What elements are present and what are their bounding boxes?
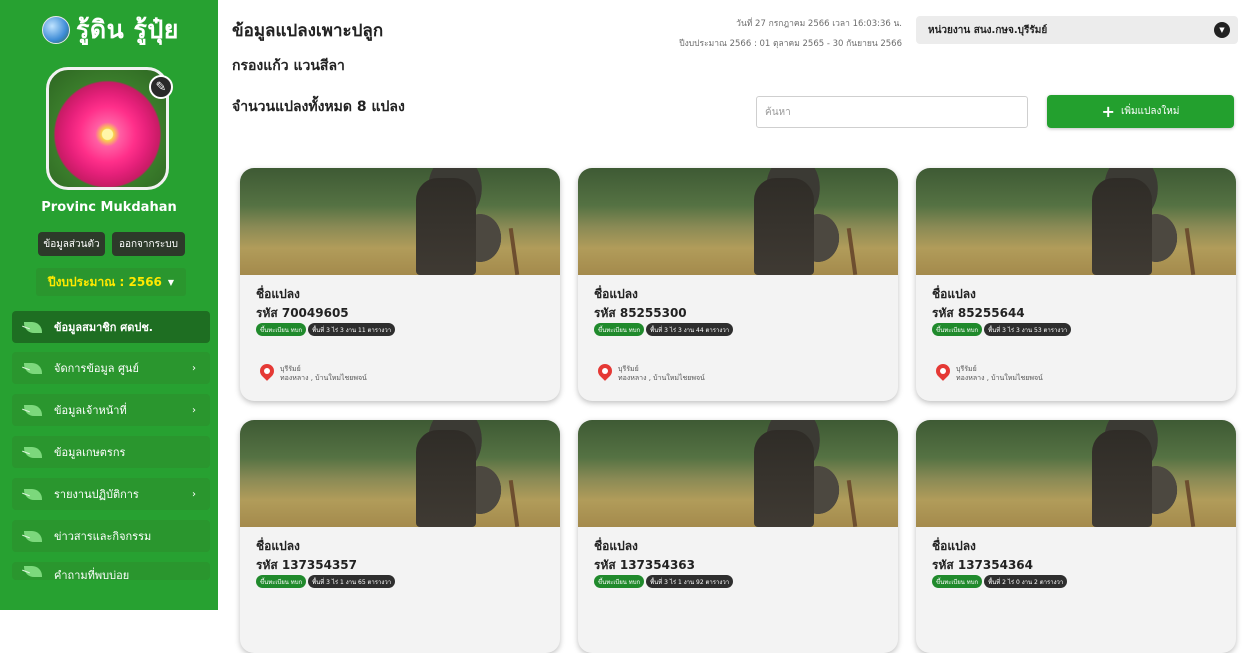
registration-badge: ขึ้นทะเบียน ทบก [932, 575, 983, 588]
registration-badge: ขึ้นทะเบียน ทบก [256, 323, 307, 336]
leaf-icon [24, 446, 42, 458]
sidebar-item-label: ข้อมูลเกษตรกร [54, 446, 126, 459]
agency-select[interactable]: หน่วยงาน สนง.กษจ.บุรีรัมย์ ▼ [916, 16, 1238, 44]
plot-photo [916, 420, 1236, 527]
edit-avatar-button[interactable]: ✎ [149, 75, 173, 99]
plus-icon: + [1101, 102, 1115, 121]
sidebar-item-reports[interactable]: รายงานปฏิบัติการ › [12, 478, 210, 510]
area-badge: พื้นที่ 3 ไร่ 1 งาน 92 ตารางวา [646, 575, 734, 588]
plot-badges: ขึ้นทะเบียน ทบก พื้นที่ 3 ไร่ 3 งาน 53 ต… [932, 323, 1072, 336]
sidebar-item-label: คำถามที่พบบ่อย [54, 569, 130, 580]
current-datetime: วันที่ 27 กรกฎาคม 2566 เวลา 16:03:36 น. [736, 19, 902, 29]
plot-card[interactable]: ชื่อแปลง รหัส 85255644 ขึ้นทะเบียน ทบก พ… [916, 168, 1236, 401]
plot-card[interactable]: ชื่อแปลง รหัส 137354364 ขึ้นทะเบียน ทบก … [916, 420, 1236, 653]
leaf-icon [24, 321, 42, 333]
plot-code: รหัส 137354364 [932, 558, 1034, 572]
plot-photo [916, 168, 1236, 275]
fiscal-year-select[interactable]: ปีงบประมาณ : 2566 ▼ [36, 268, 186, 296]
user-name: Provinc Mukdahan [41, 200, 177, 215]
chevron-right-icon: › [192, 362, 196, 374]
sidebar-item-label: รายงานปฏิบัติการ [54, 488, 139, 501]
plot-location: ทองหลาง , บ้านใหม่ไชยพจน์ [956, 374, 1043, 382]
plot-name-label: ชื่อแปลง [932, 539, 976, 553]
area-badge: พื้นที่ 3 ไร่ 3 งาน 11 ตารางวา [308, 323, 396, 336]
plot-badges: ขึ้นทะเบียน ทบก พื้นที่ 3 ไร่ 1 งาน 92 ต… [594, 575, 734, 588]
sidebar-item-manage-center[interactable]: จัดการข้อมูล ศูนย์ › [12, 352, 210, 384]
leaf-icon [24, 362, 42, 374]
search-input[interactable] [756, 96, 1028, 128]
leaf-icon [24, 404, 42, 416]
plot-location: ทองหลาง , บ้านใหม่ไชยพจน์ [280, 374, 367, 382]
plot-name-label: ชื่อแปลง [594, 287, 638, 301]
sidebar-item-label: ข่าวสารและกิจกรรม [54, 530, 152, 543]
sidebar-item-members[interactable]: ข้อมูลสมาชิก ศดปช. [12, 311, 210, 343]
leaf-icon [24, 488, 42, 500]
area-badge: พื้นที่ 3 ไร่ 3 งาน 53 ตารางวา [984, 323, 1072, 336]
add-plot-label: เพิ่มแปลงใหม่ [1120, 106, 1180, 117]
globe-logo-icon [42, 16, 70, 44]
plot-badges: ขึ้นทะเบียน ทบก พื้นที่ 3 ไร่ 3 งาน 44 ต… [594, 323, 734, 336]
plot-name-label: ชื่อแปลง [932, 287, 976, 301]
plot-badges: ขึ้นทะเบียน ทบก พื้นที่ 3 ไร่ 3 งาน 11 ต… [256, 323, 396, 336]
plot-count: จำนวนแปลงทั้งหมด 8 แปลง [232, 99, 405, 115]
sidebar-item-news[interactable]: ข่าวสารและกิจกรรม [12, 520, 210, 552]
plot-code: รหัส 137354363 [594, 558, 696, 572]
sidebar-item-officers[interactable]: ข้อมูลเจ้าหน้าที่ › [12, 394, 210, 426]
sidebar: รู้ดิน รู้ปุ๋ย ✎ Provinc Mukdahan ข้อมูล… [0, 0, 218, 610]
plot-name-label: ชื่อแปลง [256, 287, 300, 301]
chevron-right-icon: › [192, 404, 196, 416]
area-badge: พื้นที่ 2 ไร่ 0 งาน 2 ตารางวา [984, 575, 1068, 588]
area-badge: พื้นที่ 3 ไร่ 3 งาน 44 ตารางวา [646, 323, 734, 336]
app-logo[interactable]: รู้ดิน รู้ปุ๋ย [42, 12, 179, 48]
plot-photo [578, 168, 898, 275]
registration-badge: ขึ้นทะเบียน ทบก [594, 575, 645, 588]
registration-badge: ขึ้นทะเบียน ทบก [932, 323, 983, 336]
agency-value: หน่วยงาน สนง.กษจ.บุรีรัมย์ [928, 24, 1048, 36]
sidebar-item-label: ข้อมูลเจ้าหน้าที่ [54, 404, 127, 417]
plot-card[interactable]: ชื่อแปลง รหัส 70049605 ขึ้นทะเบียน ทบก พ… [240, 168, 560, 401]
sidebar-item-faq[interactable]: คำถามที่พบบ่อย [12, 562, 210, 580]
datetime-info: วันที่ 27 กรกฎาคม 2566 เวลา 16:03:36 น. … [679, 14, 902, 54]
location-pin-icon [595, 361, 615, 381]
sidebar-item-label: ข้อมูลสมาชิก ศดปช. [54, 321, 153, 334]
farmer-name: กรองแก้ว แวนสีลา [232, 58, 345, 74]
leaf-icon [24, 530, 42, 542]
app-logo-text: รู้ดิน รู้ปุ๋ย [76, 15, 179, 44]
chevron-right-icon: › [192, 488, 196, 500]
profile-button[interactable]: ข้อมูลส่วนตัว [38, 232, 105, 256]
plot-badges: ขึ้นทะเบียน ทบก พื้นที่ 3 ไร่ 1 งาน 65 ต… [256, 575, 396, 588]
chevron-down-icon: ▼ [1214, 22, 1230, 38]
avatar-container: ✎ [46, 67, 173, 190]
plot-name-label: ชื่อแปลง [594, 539, 638, 553]
plot-photo [240, 168, 560, 275]
registration-badge: ขึ้นทะเบียน ทบก [594, 323, 645, 336]
sidebar-item-farmers[interactable]: ข้อมูลเกษตรกร [12, 436, 210, 468]
add-plot-button[interactable]: + เพิ่มแปลงใหม่ [1047, 95, 1234, 128]
location-pin-icon [933, 361, 953, 381]
plot-card[interactable]: ชื่อแปลง รหัส 137354363 ขึ้นทะเบียน ทบก … [578, 420, 898, 653]
plot-code: รหัส 85255300 [594, 306, 687, 320]
page-title: ข้อมูลแปลงเพาะปลูก [232, 21, 384, 41]
plot-photo [578, 420, 898, 527]
leaf-icon [24, 566, 42, 577]
plot-badges: ขึ้นทะเบียน ทบก พื้นที่ 2 ไร่ 0 งาน 2 ตา… [932, 575, 1068, 588]
plot-code: รหัส 85255644 [932, 306, 1025, 320]
plot-code: รหัส 70049605 [256, 306, 349, 320]
fiscal-year-value: ปีงบประมาณ : 2566 [47, 274, 162, 289]
plot-card[interactable]: ชื่อแปลง รหัส 85255300 ขึ้นทะเบียน ทบก พ… [578, 168, 898, 401]
plot-location: ทองหลาง , บ้านใหม่ไชยพจน์ [618, 374, 705, 382]
pencil-icon: ✎ [155, 79, 167, 95]
plot-name-label: ชื่อแปลง [256, 539, 300, 553]
location-pin-icon [257, 361, 277, 381]
plot-code: รหัส 137354357 [256, 558, 358, 572]
plot-card[interactable]: ชื่อแปลง รหัส 137354357 ขึ้นทะเบียน ทบก … [240, 420, 560, 653]
caret-down-icon: ▼ [167, 277, 175, 287]
plot-photo [240, 420, 560, 527]
sidebar-item-label: จัดการข้อมูล ศูนย์ [54, 362, 139, 375]
logout-button[interactable]: ออกจากระบบ [112, 232, 185, 256]
area-badge: พื้นที่ 3 ไร่ 1 งาน 65 ตารางวา [308, 575, 396, 588]
registration-badge: ขึ้นทะเบียน ทบก [256, 575, 307, 588]
fiscal-period: ปีงบประมาณ 2566 : 01 ตุลาคม 2565 - 30 กั… [679, 39, 902, 49]
